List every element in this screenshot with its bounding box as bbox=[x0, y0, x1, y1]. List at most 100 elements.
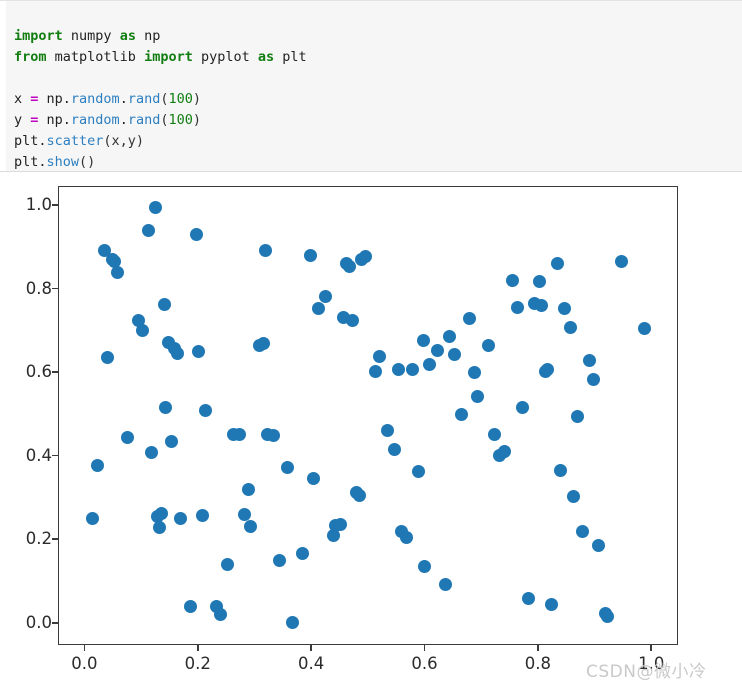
matplotlib-figure: 0.0 0.2 0.4 0.6 0.8 1.0 0.0 0.2 0.4 0.6 0.8 1.0 CS… bbox=[0, 172, 742, 687]
csdn-watermark: CSDN@微小冷 bbox=[586, 662, 707, 682]
scatter-point bbox=[296, 546, 309, 560]
x-tick-mark bbox=[196, 645, 199, 651]
code-token: . bbox=[119, 111, 128, 128]
code-token: () bbox=[79, 153, 96, 170]
code-token: show bbox=[46, 153, 80, 170]
code-token: y bbox=[14, 111, 31, 128]
code-token: ) bbox=[192, 111, 202, 128]
scatter-point bbox=[373, 350, 387, 364]
scatter-point bbox=[353, 488, 367, 502]
code-token: random bbox=[70, 111, 120, 128]
scatter-point bbox=[159, 400, 173, 414]
scatter-point bbox=[467, 366, 481, 380]
code-token: plt bbox=[274, 48, 307, 65]
scatter-point bbox=[165, 434, 179, 448]
code-cell: import numpy as np from matplotlib import… bbox=[0, 0, 742, 172]
scatter-point bbox=[256, 336, 270, 350]
scatter-point bbox=[157, 297, 171, 311]
scatter-point bbox=[381, 423, 395, 437]
scatter-point bbox=[170, 346, 184, 360]
code-token: 100 bbox=[168, 90, 193, 107]
code-token: np. bbox=[38, 90, 71, 107]
scatter-point bbox=[142, 223, 156, 237]
scatter-point bbox=[238, 507, 252, 521]
x-tick-mark bbox=[537, 645, 539, 651]
code-token: 100 bbox=[168, 111, 193, 128]
scatter-point bbox=[280, 460, 294, 474]
y-tick-label: 1.0 bbox=[25, 195, 52, 215]
code-line: plt.scatter(x,y) bbox=[14, 131, 307, 152]
scatter-point bbox=[438, 577, 452, 591]
code-token: matplotlib bbox=[46, 48, 145, 65]
scatter-point bbox=[244, 519, 258, 533]
code-token: np. bbox=[38, 111, 71, 128]
scatter-point bbox=[307, 472, 321, 486]
scatter-point bbox=[154, 507, 168, 521]
scatter-point bbox=[544, 598, 558, 612]
code-line: plt.show() bbox=[14, 152, 307, 173]
scatter-point bbox=[551, 257, 565, 271]
scatter-point bbox=[272, 554, 286, 568]
x-tick-label: 0.8 bbox=[524, 654, 551, 673]
code-token: import bbox=[14, 27, 63, 44]
code-listing: import numpy as np from matplotlib import… bbox=[14, 26, 307, 173]
scatter-point bbox=[233, 428, 247, 442]
scatter-point bbox=[85, 512, 99, 526]
code-token: numpy bbox=[62, 27, 120, 44]
scatter-point bbox=[498, 444, 512, 458]
x-tick-mark bbox=[650, 645, 653, 651]
x-tick-label: 0.0 bbox=[71, 654, 98, 673]
scatter-point bbox=[191, 344, 205, 358]
scatter-point bbox=[195, 509, 209, 523]
code-token: scatter bbox=[46, 132, 104, 149]
code-line: import numpy as np bbox=[14, 26, 307, 47]
x-tick-label: 0.4 bbox=[298, 654, 325, 673]
scatter-point bbox=[266, 428, 280, 442]
scatter-point bbox=[431, 343, 445, 357]
scatter-point bbox=[532, 274, 546, 288]
scatter-point bbox=[566, 490, 580, 504]
code-token: from bbox=[14, 48, 47, 65]
y-tick-label: 0.8 bbox=[25, 278, 52, 298]
code-token: rand bbox=[127, 111, 161, 128]
code-line: from matplotlib import pyplot as plt bbox=[14, 47, 307, 68]
scatter-point bbox=[358, 249, 372, 263]
scatter-point bbox=[391, 362, 405, 376]
scatter-point bbox=[412, 465, 426, 479]
scatter-point bbox=[416, 334, 430, 348]
scatter-point bbox=[286, 616, 300, 630]
scatter-point bbox=[152, 520, 166, 534]
code-token: (x,y) bbox=[103, 132, 145, 149]
scatter-point bbox=[506, 273, 520, 287]
scatter-point bbox=[345, 314, 359, 328]
code-token: pyplot bbox=[192, 48, 258, 65]
code-token: ( bbox=[160, 111, 169, 128]
scatter-point bbox=[638, 321, 652, 335]
code-token: np bbox=[135, 27, 161, 44]
code-token: as bbox=[119, 27, 136, 44]
scatter-point bbox=[190, 228, 203, 242]
scatter-point bbox=[120, 431, 134, 445]
code-token: x bbox=[14, 90, 31, 107]
x-tick-mark bbox=[83, 645, 86, 651]
scatter-point bbox=[515, 401, 529, 415]
scatter-point bbox=[259, 244, 273, 258]
scatter-point bbox=[558, 301, 572, 315]
code-token: rand bbox=[127, 90, 161, 107]
scatter-point bbox=[442, 329, 456, 343]
x-tick-label: 0.2 bbox=[184, 654, 211, 673]
y-tick-label: 0.4 bbox=[25, 445, 52, 465]
scatter-point bbox=[576, 525, 589, 539]
code-token: plt. bbox=[14, 153, 47, 170]
scatter-point bbox=[405, 362, 419, 376]
scatter-point bbox=[571, 410, 585, 424]
code-token: as bbox=[257, 48, 275, 65]
scatter-point bbox=[488, 428, 502, 442]
scatter-point bbox=[564, 320, 578, 334]
scatter-point bbox=[343, 260, 357, 274]
scatter-point bbox=[591, 538, 605, 552]
scatter-point bbox=[463, 312, 477, 326]
code-token: plt. bbox=[14, 132, 47, 149]
code-token: ( bbox=[160, 90, 169, 107]
